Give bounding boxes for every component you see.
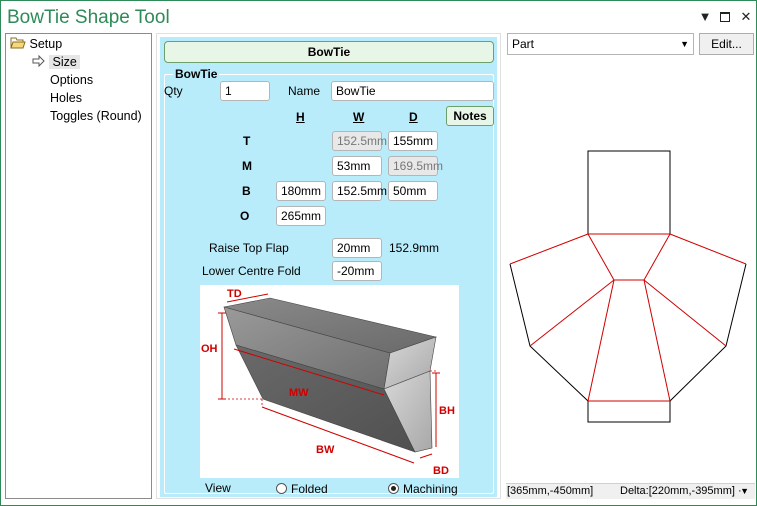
view-label: View [205, 481, 231, 495]
td-dimension-label: TD [227, 288, 242, 300]
view-machining-label[interactable]: Machining [403, 482, 458, 496]
raise-top-flap-result: 152.9mm [389, 241, 440, 255]
size-panel: BowTie BowTie Qty 1 Name BowTie H W D No… [156, 33, 501, 499]
settings-tree: Setup Size Options Holes Toggles (Round) [5, 33, 152, 499]
name-field[interactable]: BowTie [331, 81, 494, 101]
oh-dimension-label: OH [201, 343, 218, 355]
close-button[interactable]: ✕ [738, 9, 754, 25]
lower-centre-fold-field[interactable]: -20mm [332, 261, 382, 281]
notes-button[interactable]: Notes [446, 106, 494, 126]
size-panel-body: BowTie BowTie Qty 1 Name BowTie H W D No… [160, 37, 497, 497]
pin-dropdown-icon[interactable]: ▼ [697, 9, 713, 25]
group-label: BowTie [173, 67, 220, 81]
bowtie-header-button[interactable]: BowTie [164, 41, 494, 63]
window-title: BowTie Shape Tool [7, 7, 170, 28]
arrow-right-icon [32, 54, 45, 68]
qty-field[interactable]: 1 [220, 81, 270, 101]
tree-item-label: Toggles (Round) [50, 109, 142, 123]
maximize-button[interactable] [717, 9, 733, 25]
tree-item-label: Options [50, 73, 94, 87]
view-machining-radio[interactable] [388, 483, 399, 494]
column-d-header: D [409, 110, 418, 124]
status-bar: [365mm,-450mm] Delta:[220mm,-395mm] · ▼ [506, 483, 755, 499]
app-window: BowTie Shape Tool ▼ ✕ Setup Size Options… [0, 0, 757, 506]
edit-button[interactable]: Edit... [699, 33, 754, 55]
m-depth-field[interactable]: 169.5mm [388, 156, 443, 176]
delta-coordinates: Delta:[220mm,-395mm] · [620, 485, 742, 497]
row-b-label: B [242, 184, 251, 198]
row-m-label: M [242, 159, 252, 173]
o-height-field[interactable]: 265mm [276, 206, 326, 226]
raise-top-flap-field[interactable]: 20mm [332, 238, 382, 258]
bw-dimension-label: BW [316, 444, 335, 456]
b-height-field[interactable]: 180mm [276, 181, 326, 201]
part-select[interactable]: Part ▼ [507, 33, 694, 55]
cursor-coordinates: [365mm,-450mm] [507, 485, 594, 497]
tree-item-toggles[interactable]: Toggles (Round) [50, 107, 142, 125]
m-width-field[interactable]: 53mm [332, 156, 382, 176]
view-folded-radio[interactable] [276, 483, 287, 494]
bowtie-3d-illustration: TD OH MW BW BH BD [201, 288, 455, 477]
bowtie-dimension-diagram: TD OH MW BW BH BD [200, 285, 459, 478]
raise-top-flap-label: Raise Top Flap [209, 241, 289, 255]
bh-dimension-label: BH [439, 405, 455, 417]
column-w-header: W [353, 110, 365, 124]
tree-item-size[interactable]: Size [32, 53, 80, 71]
b-width-field[interactable]: 152.5mm [332, 181, 387, 201]
flat-pattern-canvas[interactable] [506, 57, 755, 481]
preview-panel: Part ▼ Edit... [365mm,-450mm] Delta:[220… [506, 33, 755, 499]
view-folded-label[interactable]: Folded [291, 482, 328, 496]
qty-label: Qty [164, 84, 183, 98]
status-dropdown-icon[interactable]: ▼ [740, 484, 749, 499]
lower-centre-fold-label: Lower Centre Fold [202, 264, 301, 278]
part-select-value: Part [512, 37, 535, 51]
mw-dimension-label: MW [289, 387, 309, 399]
t-width-field[interactable]: 152.5mm [332, 131, 387, 151]
title-bar: BowTie Shape Tool ▼ ✕ [1, 1, 756, 33]
column-h-header: H [296, 110, 305, 124]
row-o-label: O [240, 209, 250, 223]
chevron-down-icon: ▼ [680, 39, 689, 49]
tree-item-setup[interactable]: Setup [10, 35, 62, 53]
tree-item-label: Setup [29, 37, 63, 51]
tree-item-label: Holes [50, 91, 82, 105]
tree-item-label: Size [49, 55, 80, 69]
t-depth-field[interactable]: 155mm [388, 131, 438, 151]
row-t-label: T [243, 134, 251, 148]
folder-open-icon [10, 37, 26, 49]
name-label: Name [288, 84, 321, 98]
b-depth-field[interactable]: 50mm [388, 181, 438, 201]
maximize-icon [720, 12, 730, 22]
tree-item-options[interactable]: Options [50, 71, 93, 89]
bd-dimension-label: BD [433, 465, 449, 477]
tree-item-holes[interactable]: Holes [50, 89, 82, 107]
